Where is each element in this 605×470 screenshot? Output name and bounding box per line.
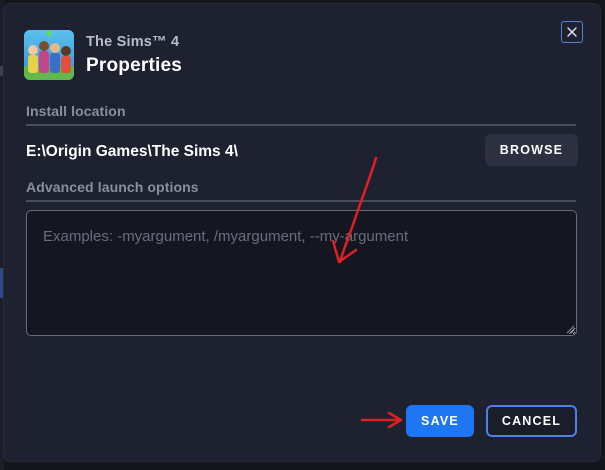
game-tile-icon: [24, 30, 74, 80]
dialog-title: Properties: [86, 55, 182, 76]
install-path: E:\Origin Games\The Sims 4\: [26, 143, 238, 160]
advanced-launch-options-label: Advanced launch options: [26, 179, 199, 195]
browse-button[interactable]: BROWSE: [485, 134, 578, 166]
advanced-launch-options-divider: [26, 200, 576, 202]
cancel-button[interactable]: CANCEL: [486, 405, 577, 437]
game-name: The Sims™ 4: [86, 34, 180, 50]
save-button[interactable]: SAVE: [406, 405, 474, 437]
install-location-label: Install location: [26, 103, 126, 119]
properties-dialog: The Sims™ 4 Properties Install location …: [4, 4, 600, 461]
resize-grip-icon[interactable]: [566, 325, 575, 334]
install-location-divider: [26, 124, 576, 126]
close-button[interactable]: [561, 21, 583, 43]
close-icon: [567, 27, 577, 37]
launch-arguments-input[interactable]: [26, 210, 577, 336]
